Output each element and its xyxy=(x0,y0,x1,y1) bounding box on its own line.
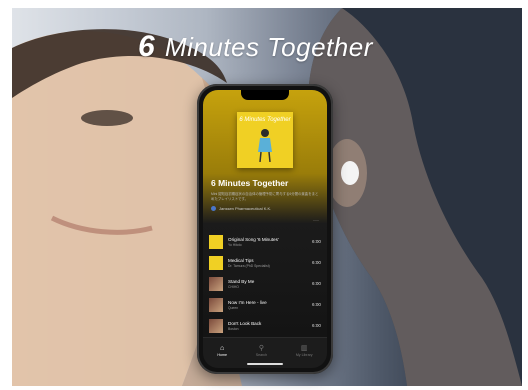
promo-banner: 6 Minutes Together 6 Minutes Together 6 … xyxy=(0,0,528,390)
track-meta: Medical Tips Dr. Tamura (PhD Specialist) xyxy=(228,258,308,268)
track-row[interactable]: Stand By Me CHIHO 6:00 xyxy=(209,273,321,294)
playlist-cover[interactable]: 6 Minutes Together xyxy=(237,112,293,168)
library-icon: ▥ xyxy=(300,345,308,352)
track-list: Original Song '6 Minutes' Yo Hitoto 6:00… xyxy=(209,231,321,336)
cover-title: 6 Minutes Together xyxy=(239,117,291,123)
tab-home[interactable]: ⌂ Home xyxy=(217,345,227,357)
track-row[interactable]: Original Song '6 Minutes' Yo Hitoto 6:00 xyxy=(209,231,321,252)
playlist-title: 6 Minutes Together xyxy=(211,178,289,188)
track-thumbnail xyxy=(209,318,223,333)
track-row[interactable]: Now I'm Here - live Queen 6:00 xyxy=(209,294,321,315)
playlist-owner[interactable]: Janssen Pharmaceutical K.K. xyxy=(211,206,271,211)
tab-label: Search xyxy=(255,353,268,357)
more-options-icon[interactable]: ··· xyxy=(313,218,319,224)
track-thumbnail xyxy=(209,297,223,312)
track-thumbnail xyxy=(209,234,223,249)
track-meta: Stand By Me CHIHO xyxy=(228,279,308,289)
track-duration: 6:00 xyxy=(312,239,321,244)
brand-title: 6 Minutes Together xyxy=(138,30,373,64)
tab-label: My Library xyxy=(295,353,313,357)
track-duration: 6:00 xyxy=(312,260,321,265)
track-duration: 6:00 xyxy=(312,323,321,328)
brand-text: Minutes Together xyxy=(164,32,373,62)
woman-illustration-icon xyxy=(258,129,272,162)
search-icon: ⚲ xyxy=(258,345,264,352)
track-duration: 6:00 xyxy=(312,281,321,286)
phone-screen: 6 Minutes Together 6 Minutes Together Mi… xyxy=(203,90,327,368)
track-thumbnail xyxy=(209,276,223,291)
playlist-description: Mini 認知症初期症状の自治体の管理予防に寄与する6分間の楽曲をまとめたプレイ… xyxy=(211,192,319,201)
track-title: Don't Look Back xyxy=(228,320,262,326)
track-row[interactable]: Medical Tips Dr. Tamura (PhD Specialist)… xyxy=(209,252,321,273)
track-title: Original Song '6 Minutes' xyxy=(228,236,279,242)
track-artist: Yo Hitoto xyxy=(228,242,242,247)
track-artist: Queen xyxy=(228,305,239,310)
track-meta: Original Song '6 Minutes' Yo Hitoto xyxy=(228,237,308,247)
owner-name: Janssen Pharmaceutical K.K. xyxy=(219,206,272,211)
track-artist: Dr. Tamura (PhD Specialist) xyxy=(228,263,270,268)
track-title: Medical Tips xyxy=(228,257,254,263)
tab-search[interactable]: ⚲ Search xyxy=(256,345,267,357)
track-thumbnail xyxy=(209,255,223,270)
smartphone: 6 Minutes Together 6 Minutes Together Mi… xyxy=(197,84,333,374)
track-title: Stand By Me xyxy=(228,278,255,284)
track-meta: Don't Look Back Boston xyxy=(228,321,308,331)
track-meta: Now I'm Here - live Queen xyxy=(228,300,308,310)
owner-avatar xyxy=(211,206,216,211)
brand-logo-mark: 6 xyxy=(138,30,156,63)
track-artist: Boston xyxy=(228,326,239,331)
track-title: Now I'm Here - live xyxy=(228,299,267,305)
tab-library[interactable]: ▥ My Library xyxy=(296,345,313,357)
phone-notch xyxy=(241,90,289,100)
tab-label: Home xyxy=(217,353,227,357)
home-icon: ⌂ xyxy=(220,345,225,352)
track-duration: 6:00 xyxy=(312,302,321,307)
track-artist: CHIHO xyxy=(228,284,239,289)
home-indicator xyxy=(247,363,283,365)
track-row[interactable]: Don't Look Back Boston 6:00 xyxy=(209,315,321,336)
